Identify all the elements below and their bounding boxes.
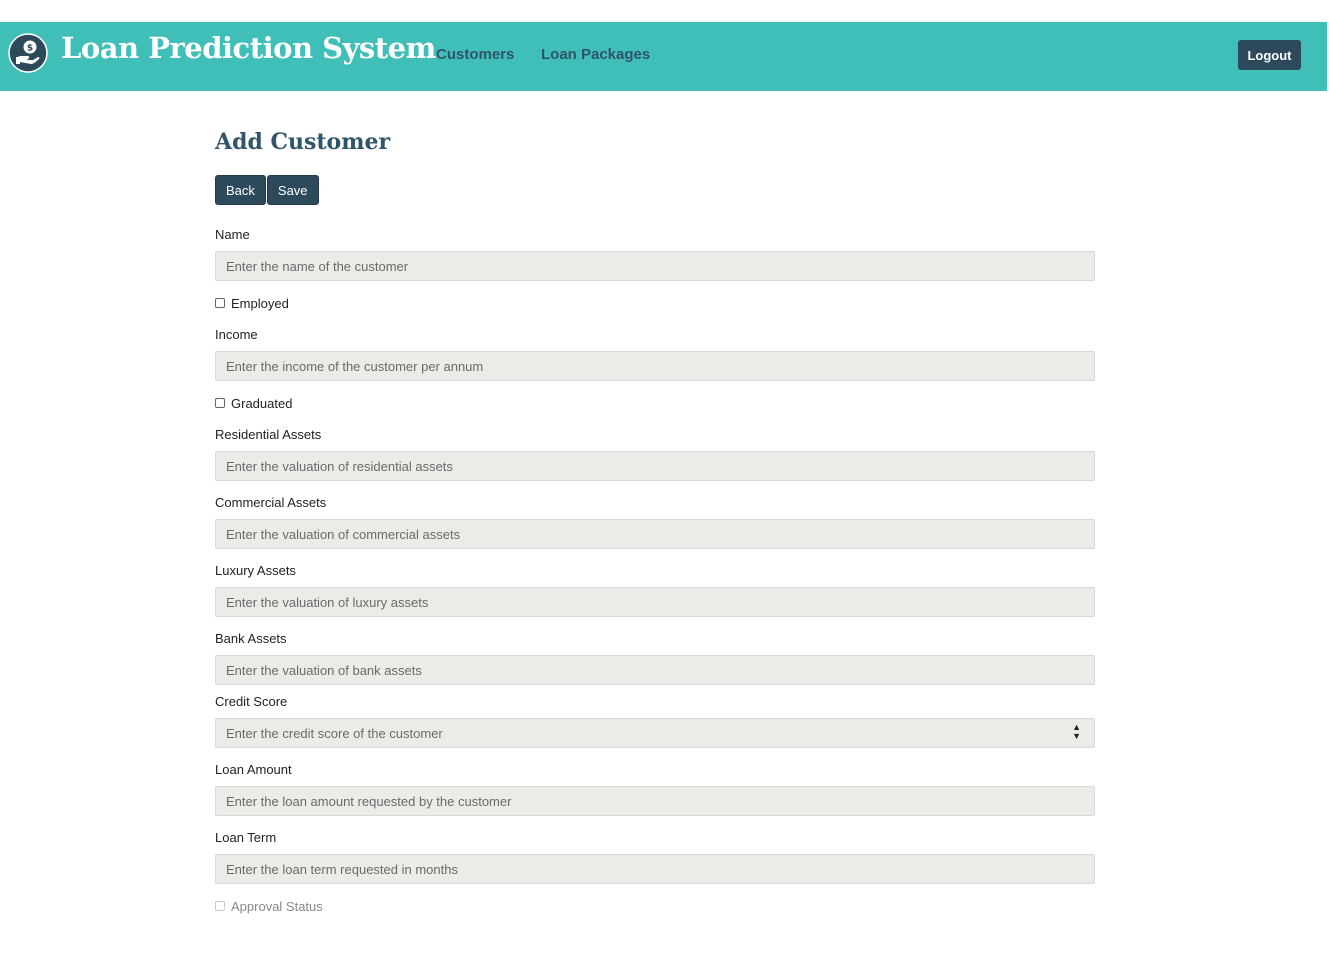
- commercial-assets-input[interactable]: [215, 519, 1095, 549]
- credit-score-placeholder: Enter the credit score of the customer: [226, 726, 443, 741]
- add-customer-form: Add Customer BackSave Name Employed Inco…: [215, 126, 1095, 914]
- approval-status-checkbox: [215, 901, 225, 911]
- commercial-assets-label: Commercial Assets: [215, 495, 327, 510]
- loan-term-label: Loan Term: [215, 830, 277, 845]
- luxury-assets-input[interactable]: [215, 587, 1095, 617]
- credit-score-select[interactable]: Enter the credit score of the customer ▲…: [215, 718, 1095, 748]
- residential-assets-label: Residential Assets: [215, 427, 322, 442]
- app-title: Loan Prediction System: [61, 31, 436, 65]
- employed-checkbox-row: Employed: [215, 295, 1095, 311]
- name-input[interactable]: [215, 251, 1095, 281]
- graduated-checkbox[interactable]: [215, 398, 225, 408]
- top-navbar: $ Loan Prediction System Customers Loan …: [0, 22, 1327, 91]
- employed-checkbox[interactable]: [215, 298, 225, 308]
- svg-text:$: $: [27, 44, 33, 54]
- bank-assets-label: Bank Assets: [215, 631, 287, 646]
- graduated-checkbox-row: Graduated: [215, 395, 1095, 411]
- action-buttons: Back Save: [215, 175, 1095, 205]
- approval-status-label: Approval Status: [231, 898, 323, 914]
- back-button[interactable]: Back: [215, 175, 266, 205]
- income-input[interactable]: [215, 351, 1095, 381]
- loan-term-input[interactable]: [215, 854, 1095, 884]
- residential-assets-input[interactable]: [215, 451, 1095, 481]
- loan-amount-input[interactable]: [215, 786, 1095, 816]
- nav-loan-packages-link[interactable]: Loan Packages: [541, 46, 650, 63]
- luxury-assets-label: Luxury Assets: [215, 563, 296, 578]
- updown-arrow-icon: ▲ ▼: [1072, 722, 1081, 741]
- approval-status-row: Approval Status: [215, 898, 1095, 914]
- credit-score-label: Credit Score: [215, 694, 288, 709]
- income-label: Income: [215, 327, 258, 342]
- name-label: Name: [215, 227, 250, 242]
- logout-button[interactable]: Logout: [1238, 40, 1301, 70]
- nav-customers-link[interactable]: Customers: [436, 46, 514, 63]
- page-title: Add Customer: [215, 129, 391, 155]
- save-button[interactable]: Save: [266, 175, 319, 205]
- graduated-label: Graduated: [231, 395, 293, 411]
- hand-dollar-icon: $: [8, 33, 48, 73]
- employed-label: Employed: [231, 295, 289, 311]
- bank-assets-input[interactable]: [215, 655, 1095, 685]
- loan-amount-label: Loan Amount: [215, 762, 292, 777]
